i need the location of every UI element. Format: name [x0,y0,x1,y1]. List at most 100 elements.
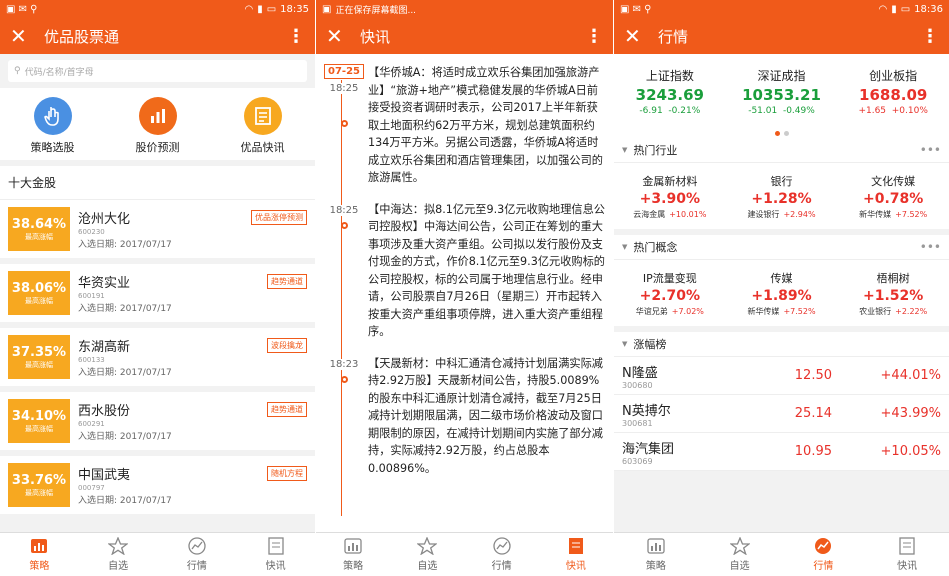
tab-strategy[interactable]: 策略 [316,533,390,576]
tab-strategy[interactable]: 策略 [0,533,79,576]
battery-icon: ▭ [266,3,277,15]
index-pct: -0.21% [668,105,701,116]
tab-strategy[interactable]: 策略 [614,533,698,576]
concept-card[interactable]: 梧桐树 +1.52% 农业银行 +2.22% [837,260,949,326]
tab-market[interactable]: 行情 [158,533,237,576]
pct-value: 38.64% [11,216,67,232]
collapse-triangle-icon[interactable]: ▼ [622,340,627,348]
bottom-tab-bar: 策略 自选 行情 快讯 [316,532,613,576]
tab-market[interactable]: 行情 [465,533,539,576]
list-item[interactable]: 38.06% 最高涨幅 华资实业 600191 入选日期: 2017/07/17 趋势… [0,264,315,322]
tab-label: 行情 [186,561,207,572]
collapse-triangle-icon[interactable]: ▼ [622,146,627,154]
strategy-chart-icon [647,538,665,554]
close-icon[interactable]: ✕ [10,24,38,48]
list-item[interactable]: 33.76% 最高涨幅 中国武夷 000797 入选日期: 2017/07/17 随机… [0,456,315,514]
stock-code: 000797 [78,484,105,492]
leader-name: 云海金属 [633,209,666,219]
index-card-cyb[interactable]: 创业板指 1688.09 +1.65 +0.10% [837,54,949,128]
table-row[interactable]: N隆盛 300680 12.50 +44.01% [614,357,949,395]
shortcut-price-forecast[interactable]: 股价预测 [136,97,180,155]
stock-date: 入选日期: 2017/07/17 [78,432,172,442]
close-icon[interactable]: ✕ [624,24,652,48]
index-card-sz[interactable]: 深证成指 10353.21 -51.01 -0.49% [726,54,838,128]
star-icon [729,537,750,555]
strategy-tag-button[interactable]: 随机方程 [267,466,307,481]
more-menu-icon[interactable]: ⋮ [287,26,305,47]
concept-pct: +1.89% [751,287,812,304]
list-item[interactable]: 38.64% 最高涨幅 沧州大化 600230 入选日期: 2017/07/17 优品… [0,200,315,258]
wifi-icon: ◠ [878,3,888,15]
strategy-tag-button[interactable]: 优品涨停预测 [251,210,307,225]
leader-name: 新华传媒 [859,209,892,219]
stock-code: 600291 [78,420,105,428]
news-time: 18:25 [329,83,359,94]
tab-label: 自选 [108,561,129,572]
table-row[interactable]: N英搏尔 300681 25.14 +43.99% [614,395,949,433]
tab-news[interactable]: 快讯 [539,533,613,576]
news-item[interactable]: 18:25 【中海达：拟8.1亿元至9.3亿元收购地理信息公司控股权】中海达间公… [320,201,605,341]
industry-card[interactable]: 文化传媒 +0.78% 新华传媒 +7.52% [837,163,949,229]
industry-pct: +1.28% [751,190,812,207]
stock-date: 入选日期: 2017/07/17 [78,368,172,378]
table-row[interactable]: 海汽集团 603069 10.95 +10.05% [614,433,949,471]
stock-pct: +10.05% [880,444,941,459]
more-dots-icon[interactable]: ••• [920,143,941,157]
strategy-tag-button[interactable]: 趋势通道 [267,274,307,289]
screenshot-collage: ▣ ✉ ⚲ ◠ ▮ ▭ 18:35 ✕ 优品股票通 ⋮ ⚲ 代码/名称/首字母 策略选… [0,0,949,576]
panel-market: ▣ ✉ ⚲ ◠ ▮ ▭ 18:36 ✕ 行情 ⋮ 上证指数 3243.69 -6.91… [614,0,949,576]
industry-name: 银行 [770,174,793,188]
pct-value: 38.06% [11,280,67,296]
status-time: 18:36 [914,3,943,15]
stock-name: N隆盛 [622,365,658,381]
bottom-tab-bar: 策略 自选 行情 快讯 [614,532,949,576]
collapse-triangle-icon[interactable]: ▼ [622,243,627,251]
status-text: 正在保存屏幕截图... [335,5,417,16]
tab-news[interactable]: 快讯 [865,533,949,576]
tab-news[interactable]: 快讯 [236,533,315,576]
industry-card[interactable]: 金属新材料 +3.90% 云海金属 +10.01% [614,163,726,229]
concept-card[interactable]: IP流量变现 +2.70% 华谊兄弟 +7.02% [614,260,726,326]
concept-pct: +1.52% [863,287,924,304]
stock-price: 10.95 [794,444,832,459]
index-value: 3243.69 [635,85,704,104]
strategy-tag-button[interactable]: 波段擒龙 [267,338,307,353]
status-bar: ▣ ✉ ⚲ ◠ ▮ ▭ 18:35 [0,0,315,18]
shortcut-news[interactable]: 优品快讯 [241,97,285,155]
tab-market[interactable]: 行情 [782,533,866,576]
leader-name: 新华传媒 [747,306,780,316]
stock-price: 12.50 [794,368,832,383]
section-title: 十大金股 [0,166,315,200]
tab-watchlist[interactable]: 自选 [79,533,158,576]
index-card-sh[interactable]: 上证指数 3243.69 -6.91 -0.21% [614,54,726,128]
shortcut-label: 股价预测 [135,141,180,154]
timeline-dot [340,375,348,383]
news-item[interactable]: 07-25 18:25 【华侨城A：将适时成立欢乐谷集团加强旅游产业】“旅游+地… [320,64,605,187]
tab-watchlist[interactable]: 自选 [390,533,464,576]
more-menu-icon[interactable]: ⋮ [921,26,939,47]
tab-label: 策略 [343,561,364,572]
pct-badge: 34.10% 最高涨幅 [8,399,70,443]
search-input[interactable]: ⚲ 代码/名称/首字母 [8,60,307,82]
industry-card[interactable]: 银行 +1.28% 建设银行 +2.94% [726,163,838,229]
index-name: 上证指数 [645,68,694,83]
tab-watchlist[interactable]: 自选 [698,533,782,576]
more-dots-icon[interactable]: ••• [920,240,941,254]
pct-value: 37.35% [11,344,67,360]
status-bar: ▣ 正在保存屏幕截图... [316,0,613,18]
close-icon[interactable]: ✕ [326,24,354,48]
strategy-tag-button[interactable]: 趋势通道 [267,402,307,417]
leader-name: 建设银行 [747,209,780,219]
news-item[interactable]: 18:23 【天晟新材：中科汇通清仓减持计划届满实际减持2.92万股】天晟新材间… [320,355,605,478]
shortcut-row: 策略选股 股价预测 优品快讯 [0,88,315,160]
concept-card[interactable]: 传媒 +1.89% 新华传媒 +7.52% [726,260,838,326]
index-name: 深证成指 [757,68,806,83]
shortcut-strategy-pick[interactable]: 策略选股 [31,97,75,155]
list-item[interactable]: 34.10% 最高涨幅 西水股份 600291 入选日期: 2017/07/17 趋势… [0,392,315,450]
list-item[interactable]: 37.35% 最高涨幅 东湖高新 600133 入选日期: 2017/07/17 波段… [0,328,315,386]
notification-icon: ▣ ✉ ⚲ [6,3,38,15]
section-title: 热门行业 [633,144,678,157]
wifi-icon: ◠ [244,3,254,15]
more-menu-icon[interactable]: ⋮ [585,26,603,47]
leader-name: 农业银行 [859,306,892,316]
